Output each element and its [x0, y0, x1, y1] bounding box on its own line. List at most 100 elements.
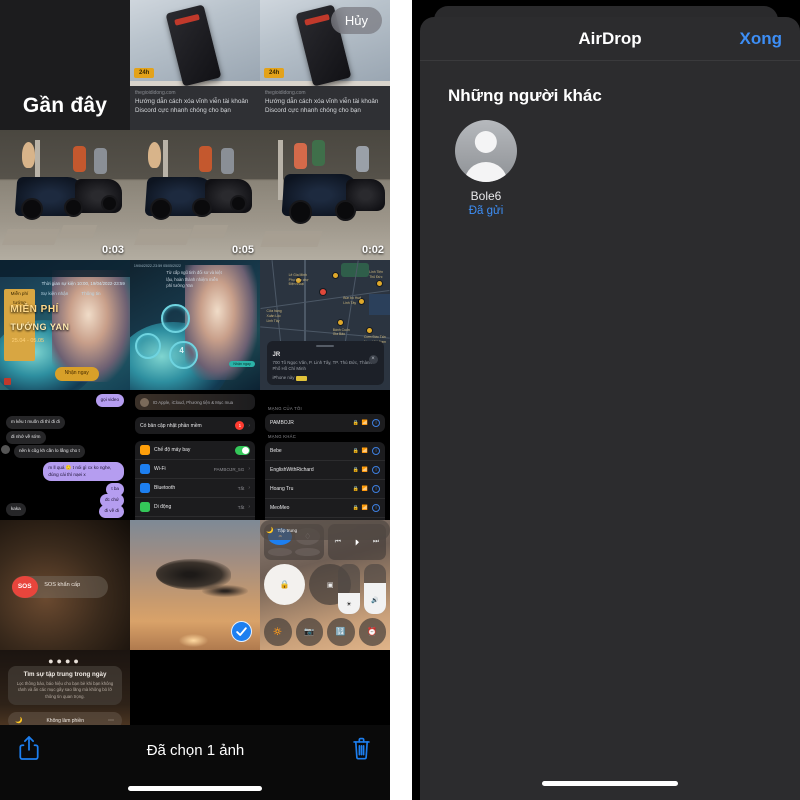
done-button[interactable]: Xong: [740, 29, 783, 49]
recipient-status: Đã gửi: [468, 205, 504, 217]
more-icon[interactable]: ⋯: [108, 717, 115, 724]
game-quest-label: Nhận ngay: [229, 360, 255, 367]
thumbnail-video-2[interactable]: 0:05: [130, 130, 260, 260]
wifi-network-name: MeoMeo: [270, 505, 290, 511]
wifi-signal-icon: 📶: [361, 467, 368, 473]
lock-icon: 🔒: [352, 486, 359, 492]
toggle-switch[interactable]: [235, 445, 250, 455]
chat-bubble: nên k cũg kh cần lo lắng cho t: [14, 445, 85, 458]
brightness-slider[interactable]: ☀: [338, 564, 360, 614]
map-place-card: JR 700 Tô Ngọc Vân, P. Linh Tây, TP. Thủ…: [266, 340, 384, 385]
video-duration: 0:05: [231, 244, 254, 256]
wifi-row: Hoang Tru 🔒 📶 i: [265, 480, 385, 499]
recent-photos-grid[interactable]: Gần đây 24h thegioididong.com Hướng dẫn …: [0, 0, 390, 780]
wifi-my-networks: PAMBOJR 🔒 📶 i: [265, 414, 385, 432]
settings-row-value: Tắt: [237, 504, 245, 510]
wifi-section-mine: MẠNG CỦA TÔI: [268, 406, 303, 411]
rotation-lock-icon: 🔒: [264, 564, 306, 606]
info-icon[interactable]: i: [372, 485, 380, 493]
settings-row: Wi-Fi PAMBOJR_5G ›: [135, 460, 255, 479]
thumbnail-chat[interactable]: gọi video m kêu t muốn đi thì đi đi đi n…: [0, 390, 130, 520]
chat-bubble: m ll quá 🙂 t nói gì cx ko nghe, đúng cái…: [43, 462, 124, 482]
thumbnail-video-3[interactable]: 0:02: [260, 130, 390, 260]
camera-icon[interactable]: 📷: [295, 618, 323, 646]
focus-option-label: Không làm phiền: [46, 717, 84, 724]
settings-row-label: Wi-Fi: [154, 466, 166, 472]
chevron-right-icon: ›: [248, 422, 250, 429]
calculator-icon[interactable]: 🔢: [327, 618, 355, 646]
avatar: [455, 120, 517, 182]
airdrop-section-title: Những người khác: [448, 86, 602, 105]
thumbnail-settings[interactable]: ID Apple, iCloud, Phương tiện & Mục mua …: [130, 390, 260, 520]
airdrop-recipient[interactable]: Bole6 Đã gửi: [448, 120, 524, 217]
settings-row: Chế độ máy bay: [135, 441, 255, 460]
info-icon[interactable]: i: [372, 504, 380, 512]
sos-badge: SOS: [11, 575, 38, 598]
sos-art: SOS SOS khẩn cấp: [0, 520, 130, 650]
thumbnail-wifi-settings[interactable]: MẠNG CỦA TÔI PAMBOJR 🔒 📶 i MẠNG KHÁC Beb…: [260, 390, 390, 520]
selection-status-text: Đã chọn 1 ảnh: [146, 742, 245, 759]
game-detail-note: Từ cấp ngũ tinh đổi sơ và kiệt lậu, hoàn…: [166, 270, 222, 288]
chevron-right-icon: ›: [248, 485, 250, 491]
chat-bubble: m kêu t muốn đi thì đi đi: [6, 416, 65, 429]
cc-focus-label: Tập trung: [277, 527, 298, 533]
game-title-line1: MIỄN PHÍ: [10, 304, 59, 316]
thumbnail-sos[interactable]: SOS SOS khẩn cấp: [0, 520, 130, 650]
thumbnail-sunset-selected[interactable]: [130, 520, 260, 650]
settings-account-label: ID Apple, iCloud, Phương tiện & Mục mua: [153, 399, 233, 405]
trash-icon[interactable]: [351, 736, 372, 766]
volume-slider[interactable]: 🔊: [364, 564, 386, 614]
settings-row-label: Bluetooth: [154, 485, 176, 491]
settings-row: Bluetooth Tắt ›: [135, 479, 255, 498]
chevron-right-icon: ›: [248, 466, 250, 472]
thumbnail-news-1[interactable]: 24h thegioididong.com Hướng dẫn cách xóa…: [130, 0, 260, 130]
thumbnail-map[interactable]: Lê Gia Minh Phụ kiện chợ Điện thoại Linh T…: [260, 260, 390, 390]
settings-row-value: PAMBOJR_5G: [213, 466, 245, 472]
page-title: Gần đây: [22, 94, 108, 117]
news-headline-2: Hướng dẫn cách xóa vĩnh viễn tài khoản D…: [265, 97, 379, 114]
selection-checkmark-icon[interactable]: [231, 621, 252, 642]
info-icon[interactable]: i: [372, 419, 380, 427]
photos-selection-toolbar: Đã chọn 1 ảnh: [0, 725, 390, 800]
thumbnail-video-1[interactable]: 0:03: [0, 130, 130, 260]
bike-thumb-art-1: [0, 130, 130, 260]
wifi-signal-icon: 📶: [361, 505, 368, 511]
thumbnail-game-banner[interactable]: Miễn phí tướng Sự kiện nhận Thông tin Th…: [0, 260, 130, 390]
share-icon[interactable]: [18, 735, 40, 766]
close-icon[interactable]: ×: [368, 354, 378, 364]
info-icon[interactable]: i: [372, 447, 380, 455]
wifi-icon: [140, 464, 150, 474]
thumbnail-game-detail[interactable]: Từ cấp ngũ tinh đổi sơ và kiệt lậu, hoàn…: [130, 260, 260, 390]
screenshot-stage: Gần đây 24h thegioididong.com Hướng dẫn …: [0, 0, 800, 800]
update-badge: 1: [235, 421, 245, 430]
game-detail-art: Từ cấp ngũ tinh đổi sơ và kiệt lậu, hoàn…: [130, 260, 260, 390]
map-place-address: 700 Tô Ngọc Vân, P. Linh Tây, TP. Thủ Đứ…: [272, 359, 372, 371]
settings-connectivity-group: Chế độ máy bay Wi-Fi PAMBOJR_5G › Blueto…: [135, 441, 255, 520]
wifi-signal-icon: 📶: [361, 420, 368, 426]
home-indicator: [128, 786, 262, 791]
wifi-signal-icon: 📶: [361, 486, 368, 492]
airdrop-sheet-header: AirDrop Xong: [420, 17, 800, 61]
news-badge: 24h: [134, 67, 155, 78]
thumbnail-news-2[interactable]: 24h thegioididong.com Hướng dẫn cách xóa…: [260, 0, 390, 130]
game-tab-2: Thông tin: [81, 290, 101, 296]
focus-subtitle: Lọc thông báo, báo hiệu cho bạn bè khi b…: [16, 681, 114, 699]
flashlight-icon[interactable]: 🔅: [264, 618, 292, 646]
info-icon[interactable]: i: [372, 466, 380, 474]
airplane-icon: [140, 445, 150, 455]
thumbnail-control-center[interactable]: ◓ ♢ ⏮ ⏵ ⏭ 🔒 ▣: [260, 520, 390, 650]
settings-art: ID Apple, iCloud, Phương tiện & Mục mua …: [130, 390, 260, 520]
wifi-row: MeoMeo 🔒 📶 i: [265, 499, 385, 518]
focus-title: Tìm sự tập trung trong ngày: [23, 671, 107, 678]
airdrop-sheet: AirDrop Xong Những người khác Bole6 Đã g…: [420, 17, 800, 800]
cancel-button[interactable]: Hủy: [330, 7, 382, 34]
settings-row-value: Tắt: [237, 485, 245, 491]
wifi-signal-icon: 📶: [361, 448, 368, 454]
wifi-row: PAMBOJR 🔒 📶 i: [265, 414, 385, 432]
cc-shortcuts: 🔅 📷 🔢 ⏰: [264, 618, 386, 646]
wifi-network-name: Hoang Tru: [270, 486, 294, 492]
chat-art: gọi video m kêu t muốn đi thì đi đi đi n…: [0, 390, 130, 520]
settings-update-label: Có bản cập nhật phần mềm: [140, 422, 202, 429]
airdrop-title: AirDrop: [578, 28, 642, 48]
timer-icon[interactable]: ⏰: [358, 618, 386, 646]
